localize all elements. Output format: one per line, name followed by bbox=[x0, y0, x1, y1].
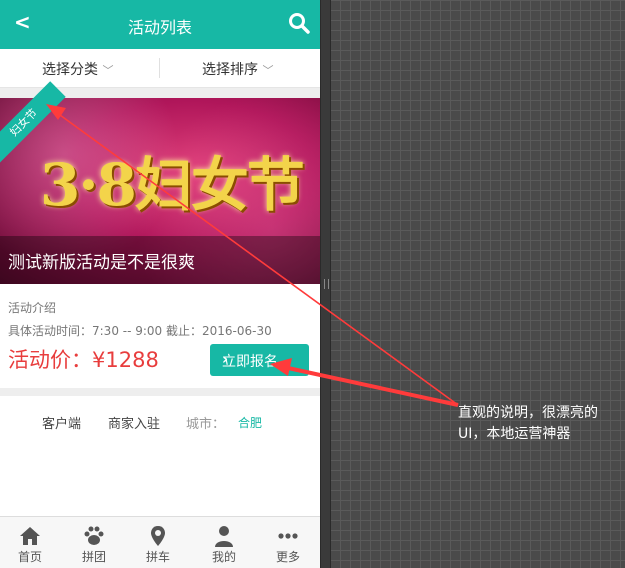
footer-links: 客户端 商家入驻 城市： 合肥 bbox=[0, 396, 320, 516]
user-icon bbox=[215, 526, 233, 547]
tab-label: 拼车 bbox=[145, 550, 170, 564]
annotation-line: UI，本地运营神器 bbox=[458, 426, 571, 442]
sort-filter[interactable]: 选择排序 ﹀ bbox=[202, 59, 273, 79]
tab-more[interactable]: 更多 bbox=[256, 517, 320, 568]
annotation-line: 直观的说明，很漂亮的 bbox=[458, 405, 598, 421]
category-filter-label: 选择分类 bbox=[42, 62, 98, 78]
more-icon bbox=[278, 533, 298, 539]
chevron-right-icon: › bbox=[222, 350, 229, 368]
top-bar: < 活动列表 bbox=[0, 0, 320, 49]
filter-divider bbox=[159, 58, 160, 78]
merchant-link[interactable]: 商家入驻 bbox=[108, 413, 160, 432]
tab-mine[interactable]: 我的 bbox=[192, 517, 256, 568]
tab-bar: 首页 拼团 拼车 我的 更多 bbox=[0, 516, 320, 568]
city-selector[interactable]: 合肥 bbox=[238, 414, 262, 431]
tab-label: 我的 bbox=[211, 550, 236, 564]
tab-group-buy[interactable]: 拼团 bbox=[62, 517, 126, 568]
tab-home[interactable]: 首页 bbox=[0, 517, 62, 568]
event-banner[interactable]: 3·8妇女节 测试新版活动是不是很爽 bbox=[0, 98, 320, 284]
panel-splitter[interactable] bbox=[320, 0, 331, 568]
map-pin-icon bbox=[151, 526, 165, 546]
client-link[interactable]: 客户端 bbox=[42, 413, 81, 432]
event-intro: 活动介绍 bbox=[8, 301, 57, 315]
category-filter[interactable]: 选择分类 ﹀ bbox=[42, 59, 113, 79]
page-title: 活动列表 bbox=[127, 18, 192, 37]
tab-label: 首页 bbox=[17, 550, 42, 564]
banner-artwork-text: 3·8妇女节 bbox=[40, 151, 305, 219]
tab-carpool[interactable]: 拼车 bbox=[126, 517, 190, 568]
chevron-down-icon: ﹀ bbox=[102, 64, 114, 77]
tab-label: 更多 bbox=[275, 550, 300, 564]
event-price: 活动价：¥1288 bbox=[8, 348, 159, 372]
phone-preview: < 活动列表 选择分类 ﹀ 选择排序 ﹀ 3·8妇女节 测试新版活动是不是很爽 … bbox=[0, 0, 320, 568]
tab-label: 拼团 bbox=[81, 550, 106, 564]
sort-filter-label: 选择排序 bbox=[202, 62, 258, 78]
divider bbox=[0, 388, 320, 396]
splitter-grip[interactable] bbox=[324, 279, 329, 289]
signup-button[interactable]: 立即报名 › bbox=[210, 344, 309, 376]
event-time: 具体活动时间：7:30 -- 9:00 截止：2016-06-30 bbox=[8, 324, 272, 338]
annotation-note: 直观的说明，很漂亮的 UI，本地运营神器 bbox=[458, 403, 623, 445]
banner-caption: 测试新版活动是不是很爽 bbox=[0, 236, 320, 284]
paw-icon bbox=[84, 526, 104, 545]
event-info: 活动介绍 具体活动时间：7:30 -- 9:00 截止：2016-06-30 活… bbox=[0, 284, 320, 388]
chevron-down-icon: ﹀ bbox=[262, 64, 274, 77]
city-label: 城市： bbox=[186, 417, 226, 432]
event-title: 测试新版活动是不是很爽 bbox=[8, 253, 195, 273]
search-icon[interactable] bbox=[288, 12, 310, 34]
home-icon bbox=[20, 527, 40, 545]
editor-canvas bbox=[320, 0, 625, 568]
